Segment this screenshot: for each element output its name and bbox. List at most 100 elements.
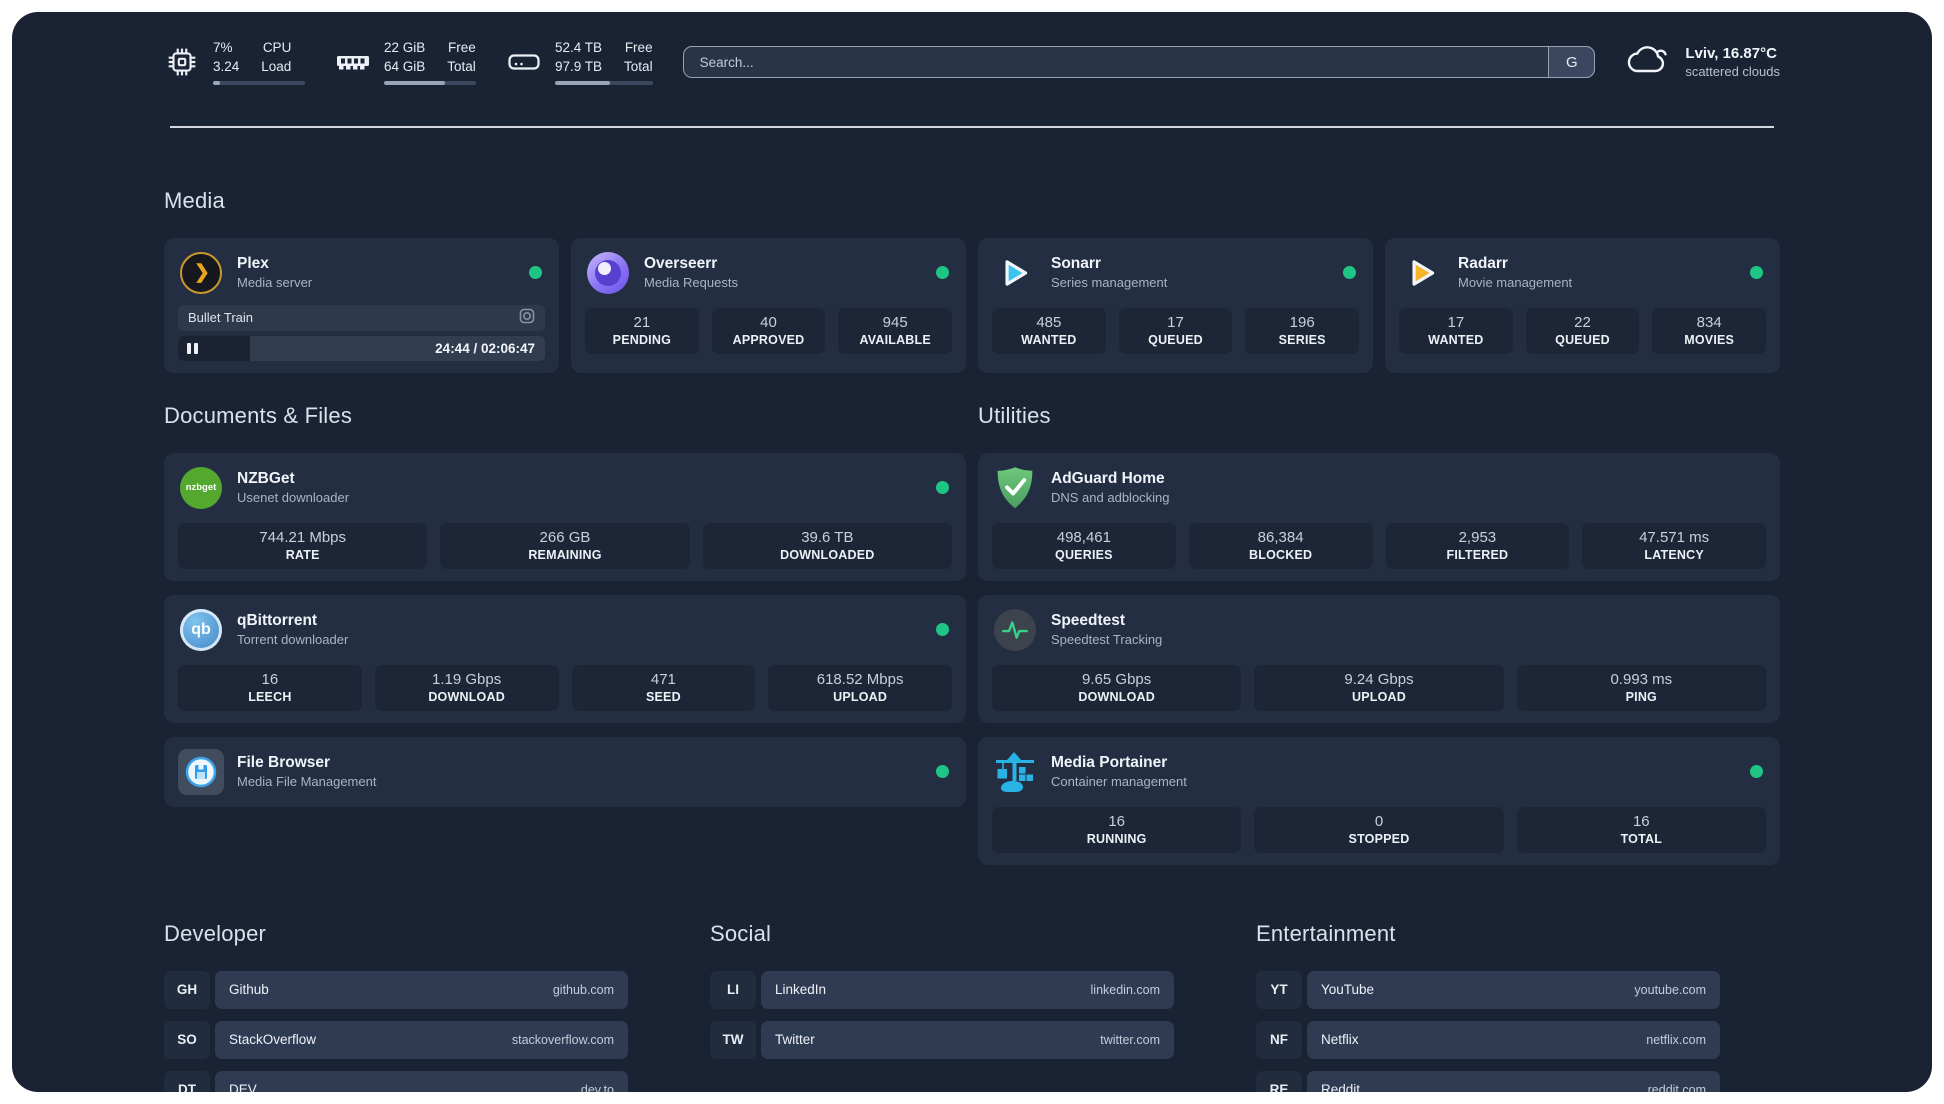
service-subtitle: Media Requests <box>644 275 738 290</box>
service-card-portainer[interactable]: Media Portainer Container management 16 … <box>978 736 1780 865</box>
stat-leech: 16 LEECH <box>178 664 362 711</box>
stat-stopped: 0 STOPPED <box>1254 806 1504 853</box>
stat-label: PENDING <box>612 332 672 347</box>
cpu-progress-fill <box>213 80 221 85</box>
memory-free: 22 GiB <box>384 40 426 56</box>
bookmark-abbr: NF <box>1256 1020 1302 1059</box>
disk-progress-fill <box>555 80 610 85</box>
disk-free: 52.4 TB <box>555 40 603 56</box>
stat-queued: 17 QUEUED <box>1118 307 1233 354</box>
service-subtitle: Usenet downloader <box>237 490 350 505</box>
stat-label: PING <box>1625 689 1657 704</box>
service-card-plex[interactable]: ❯ Plex Media server Bullet Train 24:44 /… <box>164 237 559 373</box>
service-card-qbittorrent[interactable]: qb qBittorrent Torrent downloader 16 LEE… <box>164 594 966 723</box>
bookmark-name: Netflix <box>1321 1032 1359 1047</box>
plex-icon: ❯ <box>178 250 224 296</box>
stat-value: 471 <box>650 670 676 688</box>
pause-icon <box>187 342 191 354</box>
service-subtitle: Media server <box>237 275 313 290</box>
cpu-widget: 7% 3.24 CPU Load <box>164 39 305 85</box>
cpu-usage: 7% <box>213 40 233 56</box>
service-subtitle: Series management <box>1051 275 1168 290</box>
section-title-media: Media <box>164 187 225 213</box>
stat-label: DOWNLOAD <box>1078 689 1155 704</box>
service-subtitle: Container management <box>1051 774 1187 789</box>
service-subtitle: Movie management <box>1458 275 1573 290</box>
memory-progress-fill <box>384 80 445 85</box>
service-card-filebrowser[interactable]: File Browser Media File Management <box>164 736 966 807</box>
stat-remaining: 266 GB REMAINING <box>440 522 690 569</box>
service-card-overseerr[interactable]: Overseerr Media Requests 21 PENDING 40 A… <box>571 237 966 373</box>
stat-value: 0.993 ms <box>1610 670 1673 688</box>
stat-label: LATENCY <box>1644 547 1704 562</box>
stat-label: LEECH <box>248 689 292 704</box>
service-card-radarr[interactable]: Radarr Movie management 17 WANTED 22 QUE… <box>1385 237 1780 373</box>
bookmark-name: Github <box>229 982 269 997</box>
stat-wanted: 485 WANTED <box>992 307 1106 354</box>
service-card-adguard[interactable]: AdGuard Home DNS and adblocking 498,461 … <box>978 452 1780 581</box>
bookmark-name: YouTube <box>1321 982 1375 997</box>
stat-value: 16 <box>261 670 279 688</box>
bookmark-url: stackoverflow.com <box>511 1032 614 1047</box>
section-title-documents: Documents & Files <box>164 402 353 428</box>
memory-icon <box>335 51 371 73</box>
bookmark-stackoverflow[interactable]: SO StackOverflow stackoverflow.com <box>164 1020 628 1059</box>
stat-value: 485 <box>1036 313 1062 331</box>
status-online-dot <box>936 765 949 778</box>
stat-value: 266 GB <box>539 528 591 546</box>
media-type-icon <box>519 308 535 327</box>
bookmark-reddit[interactable]: RE Reddit reddit.com <box>1256 1070 1720 1093</box>
bookmark-twitter[interactable]: TW Twitter twitter.com <box>710 1020 1174 1059</box>
section-title-developer: Developer <box>164 920 267 946</box>
playback-time: 24:44 / 02:06:47 <box>435 340 535 356</box>
service-card-nzbget[interactable]: nzbget NZBGet Usenet downloader 744.21 M… <box>164 452 966 581</box>
bookmark-youtube[interactable]: YT YouTube youtube.com <box>1256 970 1720 1009</box>
stat-value: 196 <box>1289 313 1315 331</box>
bookmark-url: reddit.com <box>1647 1082 1706 1093</box>
stat-value: 21 <box>633 313 651 331</box>
cpu-load: 3.24 <box>213 58 240 74</box>
bookmark-dev[interactable]: DT DEV dev.to <box>164 1070 628 1092</box>
status-online-dot <box>936 481 949 494</box>
search-input[interactable] <box>682 46 1596 78</box>
search-engine-button[interactable]: G <box>1548 46 1596 78</box>
memory-progress-bar <box>384 80 476 85</box>
stat-value: 17 <box>1167 313 1184 331</box>
section-title-social: Social <box>710 920 772 946</box>
bookmark-group-entertainment: Entertainment YT YouTube youtube.com NF … <box>1256 920 1720 1093</box>
section-title-utilities: Utilities <box>978 402 1051 428</box>
stat-filtered: 2,953 FILTERED <box>1385 522 1570 569</box>
stat-ping: 0.993 ms PING <box>1516 664 1766 711</box>
sonarr-icon <box>992 250 1038 296</box>
stat-blocked: 86,384 BLOCKED <box>1188 522 1373 569</box>
disk-total: 97.9 TB <box>555 58 603 74</box>
resource-widgets: 7% 3.24 CPU Load 22 GiB 64 GiB Free Tota… <box>164 39 653 85</box>
stat-download: 9.65 Gbps DOWNLOAD <box>992 664 1242 711</box>
search-bar: G <box>682 46 1596 78</box>
stat-label: TOTAL <box>1620 831 1663 846</box>
service-card-speedtest[interactable]: Speedtest Speedtest Tracking 9.65 Gbps D… <box>978 594 1780 723</box>
section-title-entertainment: Entertainment <box>1256 920 1396 946</box>
dashboard: 7% 3.24 CPU Load 22 GiB 64 GiB Free Tota… <box>12 12 1932 1092</box>
stat-label: APPROVED <box>732 332 805 347</box>
stat-label: QUEUED <box>1555 332 1610 347</box>
bookmark-abbr: TW <box>710 1020 756 1059</box>
bookmark-linkedin[interactable]: LI LinkedIn linkedin.com <box>710 970 1174 1009</box>
stat-queued: 22 QUEUED <box>1525 307 1640 354</box>
stat-label: FILTERED <box>1446 547 1509 562</box>
stat-label: RUNNING <box>1086 831 1147 846</box>
stat-label: UPLOAD <box>833 689 888 704</box>
weather-location-temp: Lviv, 16.87°C <box>1685 45 1777 62</box>
cloud-icon <box>1625 44 1671 81</box>
bookmark-netflix[interactable]: NF Netflix netflix.com <box>1256 1020 1720 1059</box>
stat-label: WANTED <box>1021 332 1077 347</box>
stat-value: 47.571 ms <box>1639 528 1710 546</box>
service-title: Speedtest <box>1051 612 1126 629</box>
memory-widget: 22 GiB 64 GiB Free Total <box>335 39 476 85</box>
stat-value: 9.65 Gbps <box>1082 670 1152 688</box>
service-card-sonarr[interactable]: Sonarr Series management 485 WANTED 17 Q… <box>978 237 1373 373</box>
service-title: Sonarr <box>1051 255 1101 272</box>
bookmark-url: github.com <box>552 982 614 997</box>
bookmark-github[interactable]: GH Github github.com <box>164 970 628 1009</box>
stat-value: 834 <box>1696 313 1722 331</box>
